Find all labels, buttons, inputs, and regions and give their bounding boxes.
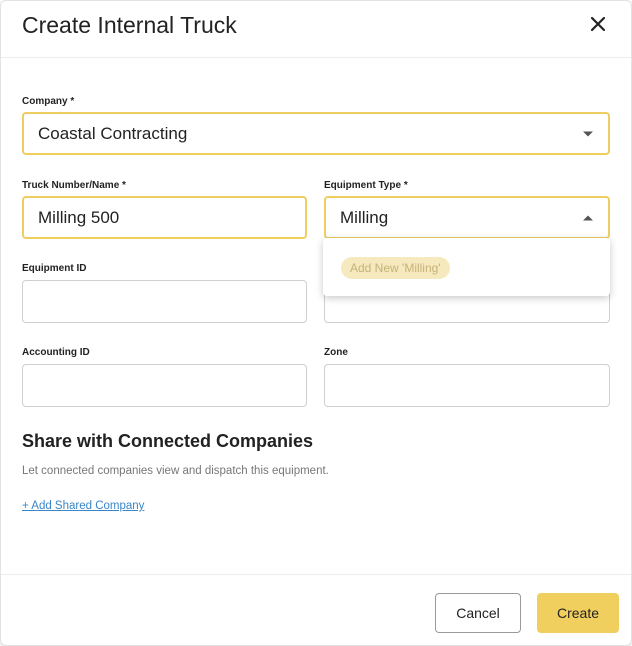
equipment-type-select[interactable]: Milling bbox=[324, 196, 610, 239]
dialog-header: Create Internal Truck bbox=[1, 1, 631, 58]
company-label: Company * bbox=[22, 96, 75, 107]
zone-input[interactable] bbox=[324, 364, 610, 407]
accounting-id-input[interactable] bbox=[22, 364, 307, 407]
dialog-footer: Cancel Create bbox=[1, 574, 631, 645]
truck-number-value: Milling 500 bbox=[38, 207, 120, 227]
equipment-type-value: Milling bbox=[340, 207, 389, 227]
share-section-description: Let connected companies view and dispatc… bbox=[22, 465, 329, 477]
company-select[interactable]: Coastal Contracting bbox=[22, 112, 610, 155]
add-shared-company-link[interactable]: + Add Shared Company bbox=[22, 500, 144, 512]
zone-label: Zone bbox=[324, 347, 348, 358]
company-value: Coastal Contracting bbox=[38, 123, 188, 143]
dialog-title: Create Internal Truck bbox=[22, 12, 237, 38]
equipment-type-label: Equipment Type * bbox=[324, 180, 408, 191]
equipment-id-input[interactable] bbox=[22, 280, 307, 323]
create-truck-dialog: Create Internal Truck Company * Coastal … bbox=[0, 0, 632, 646]
equipment-id-label: Equipment ID bbox=[22, 263, 87, 274]
chevron-up-icon bbox=[583, 215, 593, 220]
equipment-type-dropdown: Add New 'Milling' bbox=[323, 238, 610, 296]
create-button[interactable]: Create bbox=[537, 593, 619, 633]
truck-number-label: Truck Number/Name * bbox=[22, 180, 126, 191]
accounting-id-label: Accounting ID bbox=[22, 347, 90, 358]
cancel-button[interactable]: Cancel bbox=[435, 593, 521, 633]
share-section-title: Share with Connected Companies bbox=[22, 431, 314, 451]
close-icon[interactable] bbox=[585, 11, 611, 37]
truck-number-input[interactable]: Milling 500 bbox=[22, 196, 307, 239]
chevron-down-icon bbox=[583, 131, 593, 136]
add-new-option[interactable]: Add New 'Milling' bbox=[341, 257, 450, 279]
